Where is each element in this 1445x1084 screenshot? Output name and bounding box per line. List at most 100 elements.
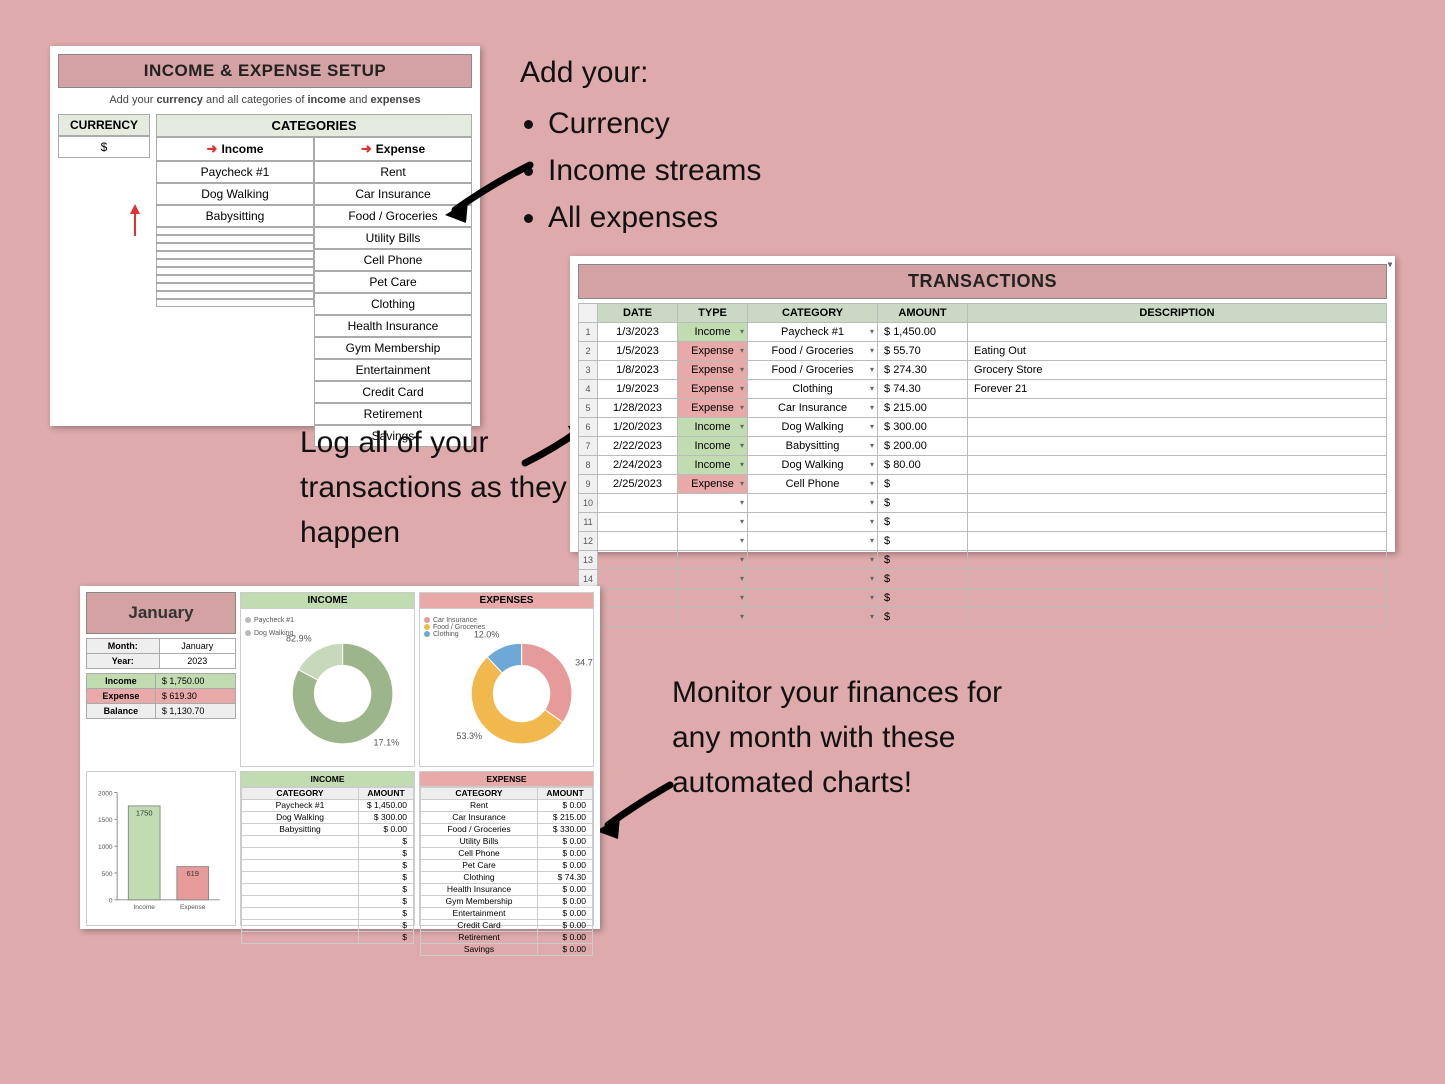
- amount-cell[interactable]: $ 300.00: [878, 418, 968, 437]
- category-cell[interactable]: [748, 551, 878, 570]
- date-cell[interactable]: 1/8/2023: [598, 361, 678, 380]
- category-cell[interactable]: Paycheck #1: [748, 323, 878, 342]
- amount-cell[interactable]: $ 215.00: [878, 399, 968, 418]
- type-cell[interactable]: Expense: [678, 380, 748, 399]
- income-category-cell[interactable]: [156, 283, 314, 291]
- type-cell[interactable]: Income: [678, 418, 748, 437]
- category-cell[interactable]: Car Insurance: [748, 399, 878, 418]
- month-select[interactable]: January: [159, 639, 235, 654]
- type-cell[interactable]: Expense: [678, 342, 748, 361]
- amount-cell[interactable]: $ 80.00: [878, 456, 968, 475]
- income-category-cell[interactable]: [156, 235, 314, 243]
- type-cell[interactable]: Expense: [678, 475, 748, 494]
- description-cell[interactable]: [968, 494, 1387, 513]
- date-cell[interactable]: [598, 608, 678, 627]
- expense-category-cell[interactable]: Credit Card: [314, 381, 472, 403]
- description-cell[interactable]: [968, 589, 1387, 608]
- type-cell[interactable]: Income: [678, 323, 748, 342]
- amount-cell[interactable]: $: [878, 589, 968, 608]
- category-cell[interactable]: Dog Walking: [748, 418, 878, 437]
- category-cell[interactable]: Food / Groceries: [748, 361, 878, 380]
- category-cell[interactable]: Food / Groceries: [748, 342, 878, 361]
- expense-category-cell[interactable]: Pet Care: [314, 271, 472, 293]
- date-cell[interactable]: 2/24/2023: [598, 456, 678, 475]
- income-category-cell[interactable]: Babysitting: [156, 205, 314, 227]
- type-cell[interactable]: Income: [678, 456, 748, 475]
- amount-cell[interactable]: $: [878, 551, 968, 570]
- description-cell[interactable]: [968, 437, 1387, 456]
- date-cell[interactable]: 2/22/2023: [598, 437, 678, 456]
- date-cell[interactable]: 1/5/2023: [598, 342, 678, 361]
- income-category-cell[interactable]: Paycheck #1: [156, 161, 314, 183]
- amount-cell[interactable]: $ 1,450.00: [878, 323, 968, 342]
- date-cell[interactable]: [598, 532, 678, 551]
- amount-cell[interactable]: $: [878, 475, 968, 494]
- category-cell[interactable]: [748, 608, 878, 627]
- description-cell[interactable]: Grocery Store: [968, 361, 1387, 380]
- type-cell[interactable]: Expense: [678, 399, 748, 418]
- amount-cell[interactable]: $: [878, 494, 968, 513]
- date-cell[interactable]: [598, 551, 678, 570]
- income-category-cell[interactable]: [156, 299, 314, 307]
- category-cell[interactable]: [748, 589, 878, 608]
- description-cell[interactable]: [968, 551, 1387, 570]
- category-cell[interactable]: Dog Walking: [748, 456, 878, 475]
- amount-cell[interactable]: $ 200.00: [878, 437, 968, 456]
- description-cell[interactable]: [968, 323, 1387, 342]
- date-cell[interactable]: [598, 494, 678, 513]
- category-cell[interactable]: [748, 570, 878, 589]
- date-cell[interactable]: [598, 570, 678, 589]
- description-cell[interactable]: Eating Out: [968, 342, 1387, 361]
- description-cell[interactable]: [968, 513, 1387, 532]
- description-cell[interactable]: [968, 399, 1387, 418]
- date-cell[interactable]: [598, 513, 678, 532]
- description-cell[interactable]: [968, 475, 1387, 494]
- date-cell[interactable]: 1/9/2023: [598, 380, 678, 399]
- description-cell[interactable]: [968, 456, 1387, 475]
- expense-category-cell[interactable]: Entertainment: [314, 359, 472, 381]
- income-category-cell[interactable]: [156, 259, 314, 267]
- income-category-cell[interactable]: [156, 291, 314, 299]
- type-cell[interactable]: [678, 608, 748, 627]
- date-cell[interactable]: 1/20/2023: [598, 418, 678, 437]
- expense-category-cell[interactable]: Cell Phone: [314, 249, 472, 271]
- category-cell[interactable]: [748, 532, 878, 551]
- description-cell[interactable]: [968, 418, 1387, 437]
- description-cell[interactable]: [968, 570, 1387, 589]
- category-cell[interactable]: Clothing: [748, 380, 878, 399]
- income-category-cell[interactable]: [156, 267, 314, 275]
- expense-category-cell[interactable]: Gym Membership: [314, 337, 472, 359]
- year-select[interactable]: 2023: [159, 654, 235, 669]
- income-category-cell[interactable]: [156, 251, 314, 259]
- income-category-cell[interactable]: [156, 243, 314, 251]
- type-cell[interactable]: Income: [678, 437, 748, 456]
- amount-cell[interactable]: $ 274.30: [878, 361, 968, 380]
- description-cell[interactable]: Forever 21: [968, 380, 1387, 399]
- amount-cell[interactable]: $ 55.70: [878, 342, 968, 361]
- type-cell[interactable]: Expense: [678, 361, 748, 380]
- date-cell[interactable]: 1/28/2023: [598, 399, 678, 418]
- currency-value[interactable]: $: [58, 136, 150, 158]
- amount-cell[interactable]: $ 74.30: [878, 380, 968, 399]
- date-cell[interactable]: 2/25/2023: [598, 475, 678, 494]
- type-cell[interactable]: [678, 513, 748, 532]
- type-cell[interactable]: [678, 570, 748, 589]
- description-cell[interactable]: [968, 532, 1387, 551]
- amount-cell[interactable]: $: [878, 570, 968, 589]
- expense-category-cell[interactable]: Health Insurance: [314, 315, 472, 337]
- type-cell[interactable]: [678, 589, 748, 608]
- date-cell[interactable]: 1/3/2023: [598, 323, 678, 342]
- category-cell[interactable]: Cell Phone: [748, 475, 878, 494]
- income-category-cell[interactable]: [156, 275, 314, 283]
- type-cell[interactable]: [678, 494, 748, 513]
- income-category-cell[interactable]: Dog Walking: [156, 183, 314, 205]
- date-cell[interactable]: [598, 589, 678, 608]
- category-cell[interactable]: [748, 513, 878, 532]
- type-cell[interactable]: [678, 551, 748, 570]
- expense-category-cell[interactable]: Clothing: [314, 293, 472, 315]
- description-cell[interactable]: [968, 608, 1387, 627]
- amount-cell[interactable]: $: [878, 608, 968, 627]
- category-cell[interactable]: Babysitting: [748, 437, 878, 456]
- type-cell[interactable]: [678, 532, 748, 551]
- category-cell[interactable]: [748, 494, 878, 513]
